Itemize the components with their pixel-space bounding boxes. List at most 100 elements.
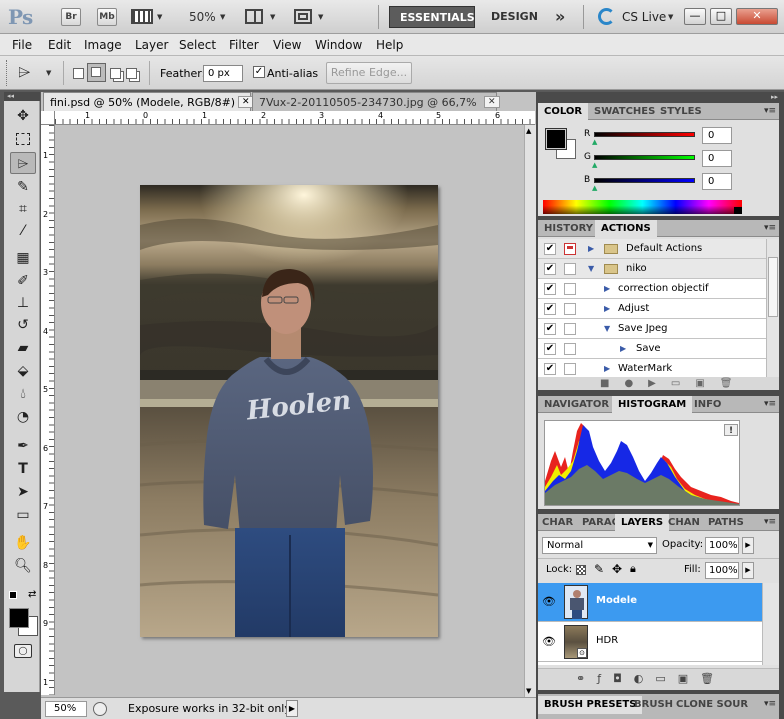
eraser-tool-icon[interactable]: ▰ — [10, 337, 36, 359]
dock-collapse-icon[interactable]: ▸▸ — [536, 92, 784, 102]
channel-r-slider[interactable] — [594, 132, 695, 137]
actions-scrollbar[interactable] — [766, 239, 779, 379]
document-canvas[interactable]: Hoolen — [140, 185, 438, 637]
warning-icon[interactable]: ! — [724, 424, 738, 436]
type-tool-icon[interactable]: T — [10, 458, 36, 480]
fill-input[interactable]: 100% — [705, 562, 739, 579]
history-brush-tool-icon[interactable]: ↺ — [10, 314, 36, 336]
eye-icon[interactable]: 👁︎ — [542, 595, 556, 609]
mini-bridge-button[interactable]: Mb — [97, 8, 117, 26]
screen-mode-icon[interactable] — [294, 9, 312, 24]
dialog-toggle-icon[interactable] — [564, 323, 576, 335]
layer-name[interactable]: Modele — [596, 595, 637, 606]
swap-colors-icon[interactable]: ⇄ — [28, 589, 36, 600]
toggle-checkbox[interactable]: ✔ — [544, 303, 556, 315]
subtract-selection-icon[interactable] — [110, 68, 121, 79]
intersect-selection-icon[interactable] — [126, 68, 137, 79]
chevron-down-icon[interactable]: ▼ — [270, 13, 275, 21]
spot-healing-tool-icon[interactable]: ▦ — [10, 247, 36, 269]
panel-menu-icon[interactable]: ▾≡ — [764, 517, 776, 527]
channel-g-slider[interactable] — [594, 155, 695, 160]
toggle-checkbox[interactable]: ✔ — [544, 323, 556, 335]
opacity-input[interactable]: 100% — [705, 537, 739, 554]
paint-bucket-tool-icon[interactable]: ⬙ — [10, 360, 36, 382]
menu-view[interactable]: View — [273, 38, 301, 52]
clone-stamp-tool-icon[interactable]: ⊥ — [10, 292, 36, 314]
dialog-toggle-icon[interactable] — [564, 363, 576, 375]
vertical-scrollbar[interactable]: ▲ ▼ — [524, 125, 536, 697]
channel-g-input[interactable]: 0 — [702, 150, 732, 167]
brush-tool-icon[interactable]: ✐ — [10, 270, 36, 292]
channel-b-input[interactable]: 0 — [702, 173, 732, 190]
layer-name[interactable]: HDR — [596, 635, 618, 646]
eyedropper-tool-icon[interactable]: ⁄ — [10, 220, 36, 242]
opacity-slider-button[interactable]: ▶ — [742, 537, 754, 554]
tab-layers[interactable]: LAYERS — [615, 514, 670, 531]
tab-paths[interactable]: PATHS — [704, 514, 748, 531]
lock-all-icon[interactable]: 🔒︎ — [630, 562, 636, 576]
menu-image[interactable]: Image — [84, 38, 122, 52]
cs-live-button[interactable]: CS Live — [622, 10, 666, 24]
default-colors-icon[interactable] — [9, 591, 17, 599]
zoom-level[interactable]: 50% — [189, 10, 216, 24]
tab-histogram[interactable]: HISTOGRAM — [612, 396, 693, 413]
close-icon[interactable]: ✕ — [484, 96, 500, 108]
panel-menu-icon[interactable]: ▾≡ — [764, 699, 776, 709]
list-item[interactable]: ✔ ▶ Save — [538, 339, 766, 359]
slider-thumb-icon[interactable]: ▲ — [592, 184, 597, 192]
layer-row[interactable]: 👁︎ Modele — [538, 583, 762, 622]
layer-row[interactable]: 👁︎ ⊙ HDR — [538, 623, 762, 662]
tab-brush[interactable]: BRUSH — [630, 696, 677, 713]
tab-brush-presets[interactable]: BRUSH PRESETS — [538, 696, 643, 714]
menu-window[interactable]: Window — [315, 38, 362, 52]
tab-actions[interactable]: ACTIONS — [595, 220, 657, 237]
dodge-tool-icon[interactable]: ◔ — [10, 406, 36, 428]
view-extras-icon[interactable] — [131, 9, 153, 24]
actions-footer-icons[interactable]: ■●▶▭▣🗑︎ — [538, 377, 779, 390]
arrange-documents-icon[interactable] — [245, 9, 263, 24]
quick-mask-icon[interactable]: ◯ — [14, 644, 32, 658]
channel-b-slider[interactable] — [594, 178, 695, 183]
polygonal-lasso-preset-icon[interactable]: ⌲ — [18, 62, 30, 82]
menu-edit[interactable]: Edit — [48, 38, 71, 52]
toggle-checkbox[interactable]: ✔ — [544, 363, 556, 375]
ruler-origin[interactable] — [41, 111, 55, 125]
workspace-essentials-button[interactable]: ESSENTIALS — [389, 6, 475, 28]
status-arrow-button[interactable]: ▶ — [286, 700, 298, 717]
menu-select[interactable]: Select — [179, 38, 216, 52]
slider-thumb-icon[interactable]: ▲ — [592, 138, 597, 146]
workspace-design-button[interactable]: DESIGN — [481, 6, 547, 28]
quick-selection-tool-icon[interactable]: ✎ — [10, 176, 36, 198]
minimize-button[interactable]: — — [684, 8, 706, 25]
new-selection-icon[interactable] — [73, 68, 84, 79]
dialog-toggle-icon[interactable] — [564, 263, 576, 275]
toggle-checkbox[interactable]: ✔ — [544, 263, 556, 275]
tab-document-active[interactable]: fini.psd @ 50% (Modele, RGB/8#) ✕ — [43, 92, 254, 111]
chevron-down-icon[interactable]: ▼ — [220, 13, 225, 21]
list-item[interactable]: ✔ ▶ Adjust — [538, 299, 766, 319]
channel-r-input[interactable]: 0 — [702, 127, 732, 144]
tab-history[interactable]: HISTORY — [538, 220, 599, 237]
ramp-black-swatch[interactable] — [734, 207, 742, 214]
horizontal-ruler[interactable]: 1 0 1 2 3 4 5 6 — [55, 111, 535, 125]
tab-channels[interactable]: CHAN — [664, 514, 704, 531]
antialias-checkbox[interactable]: ✓ — [253, 66, 265, 78]
toggle-checkbox[interactable]: ✔ — [544, 343, 556, 355]
pen-tool-icon[interactable]: ✒ — [10, 435, 36, 457]
marquee-tool-icon[interactable] — [10, 128, 36, 150]
rectangle-tool-icon[interactable]: ▭ — [10, 504, 36, 526]
panel-menu-icon[interactable]: ▾≡ — [764, 223, 776, 233]
blend-mode-select[interactable]: Normal ▼ — [542, 537, 657, 554]
chevron-down-icon[interactable]: ▼ — [668, 13, 673, 21]
tab-info[interactable]: INFO — [688, 396, 727, 413]
tab-styles[interactable]: STYLES — [654, 103, 708, 120]
tab-navigator[interactable]: NAVIGATOR — [538, 396, 615, 413]
maximize-button[interactable]: □ — [710, 8, 732, 25]
tab-clone-source[interactable]: CLONE SOUR — [672, 696, 752, 713]
list-item[interactable]: ✔ ▶ correction objectif — [538, 279, 766, 299]
list-item[interactable]: ✔ ▶ WaterMark — [538, 359, 766, 379]
panel-menu-icon[interactable]: ▾≡ — [764, 399, 776, 409]
zoom-tool-icon[interactable]: 🔍︎ — [10, 555, 36, 577]
slider-thumb-icon[interactable]: ▲ — [592, 161, 597, 169]
color-fg-swatch[interactable] — [545, 128, 567, 150]
